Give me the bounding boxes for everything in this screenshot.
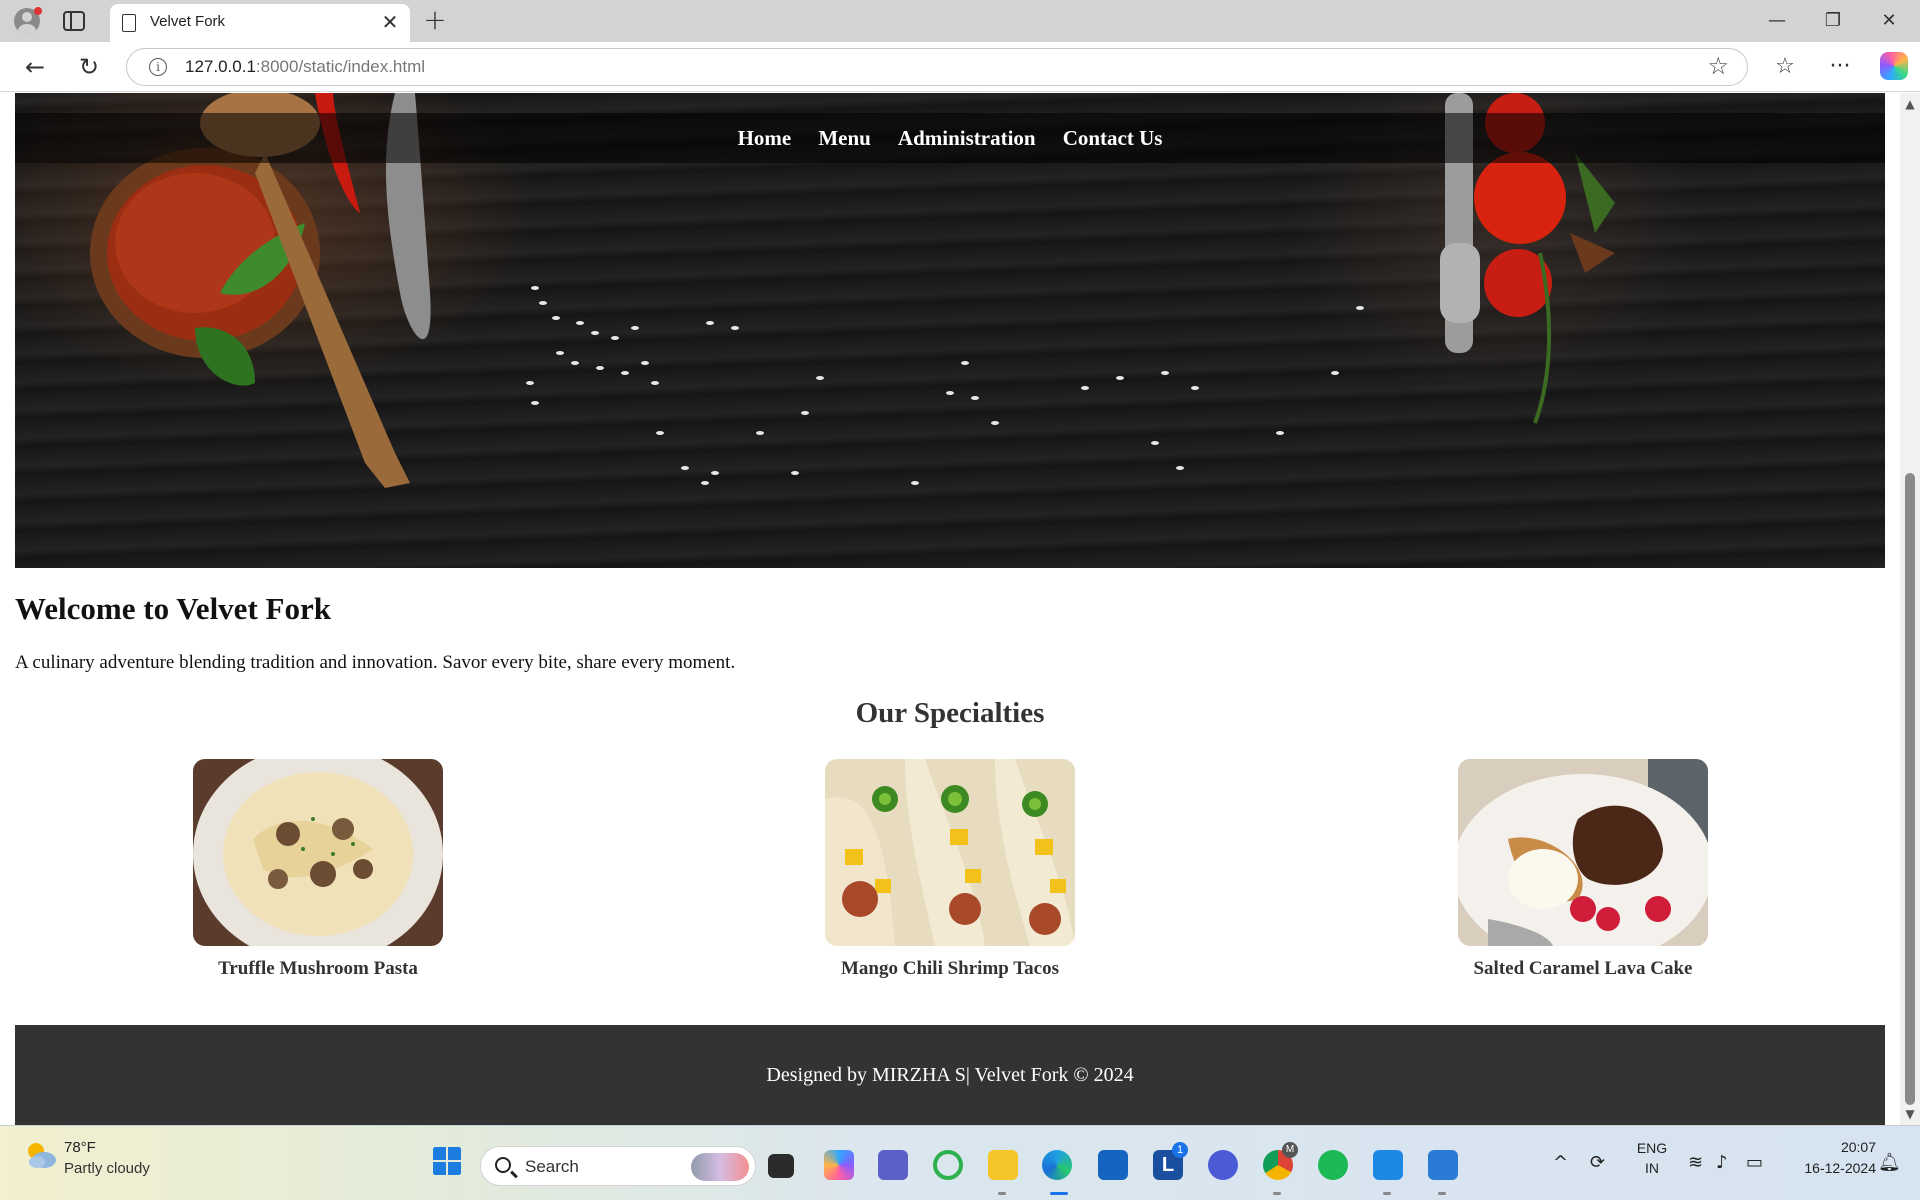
dish-name: Truffle Mushroom Pasta: [218, 958, 418, 979]
nav-contact-link[interactable]: Contact Us: [1063, 113, 1163, 163]
taskbar-search-box[interactable]: Search: [480, 1146, 756, 1186]
restore-icon[interactable]: ❐: [1818, 6, 1848, 36]
page-footer: Designed by MIRZHA S| Velvet Fork © 2024: [15, 1025, 1885, 1125]
photos-icon[interactable]: [1428, 1150, 1458, 1180]
tab-actions-icon[interactable]: [62, 10, 86, 32]
windows-taskbar: 78°F Partly cloudy Search L 1 M ^ ⟳ ENG …: [0, 1125, 1920, 1200]
wifi-icon[interactable]: ≋: [1688, 1152, 1703, 1173]
running-indicator: [998, 1192, 1006, 1195]
weather-description[interactable]: Partly cloudy: [64, 1160, 150, 1177]
search-icon: [495, 1157, 511, 1173]
copilot-icon[interactable]: [1880, 52, 1908, 80]
clock-date[interactable]: 16-12-2024: [1782, 1160, 1876, 1176]
lava-cake-image: [1458, 759, 1708, 946]
clock-time[interactable]: 20:07: [1786, 1139, 1876, 1155]
specialties-heading: Our Specialties: [855, 697, 1045, 729]
tacos-image: [825, 759, 1075, 946]
main-navigation: Home Menu Administration Contact Us: [15, 113, 1885, 163]
favorites-icon[interactable]: ☆: [1770, 52, 1800, 82]
weather-temperature[interactable]: 78°F: [64, 1139, 96, 1156]
new-tab-icon[interactable]: +: [420, 6, 450, 36]
active-tab[interactable]: Velvet Fork ✕: [110, 4, 410, 42]
nav-administration-link[interactable]: Administration: [898, 113, 1036, 163]
profile-notification-dot: [34, 7, 42, 15]
task-view-icon[interactable]: [768, 1154, 794, 1178]
star-icon[interactable]: ☆: [1707, 52, 1729, 80]
spotify-icon[interactable]: [1318, 1150, 1348, 1180]
dish-card: Mango Chili Shrimp Tacos: [740, 759, 1160, 980]
store-icon[interactable]: [1098, 1150, 1128, 1180]
running-indicator: [1273, 1192, 1281, 1195]
page-scrollbar[interactable]: ▲ ▼: [1900, 93, 1920, 1125]
copilot-taskbar-icon[interactable]: [824, 1150, 854, 1180]
nav-home-link[interactable]: Home: [738, 113, 792, 163]
page-viewport: Home Menu Administration Contact Us Welc…: [0, 93, 1900, 1125]
url-text[interactable]: 127.0.0.1:8000/static/index.html: [185, 57, 425, 77]
sync-icon[interactable]: ⟳: [1590, 1152, 1605, 1173]
edge-icon[interactable]: [1042, 1150, 1072, 1180]
minimize-icon[interactable]: —: [1762, 6, 1792, 36]
url-field[interactable]: i 127.0.0.1:8000/static/index.html ☆: [126, 48, 1748, 86]
address-bar: ← ↻ i 127.0.0.1:8000/static/index.html ☆…: [0, 42, 1920, 92]
vscode-icon[interactable]: [1373, 1150, 1403, 1180]
teams-icon[interactable]: [878, 1150, 908, 1180]
welcome-description: A culinary adventure blending tradition …: [15, 652, 736, 673]
page-icon: [122, 14, 136, 32]
dish-card: Truffle Mushroom Pasta: [108, 759, 528, 980]
scroll-thumb[interactable]: [1905, 473, 1915, 1105]
dish-name: Salted Caramel Lava Cake: [1473, 958, 1693, 979]
active-indicator: [1050, 1192, 1068, 1195]
windows-start-icon[interactable]: [432, 1146, 462, 1176]
scroll-up-icon[interactable]: ▲: [1904, 97, 1916, 111]
info-icon[interactable]: i: [149, 58, 167, 76]
partly-cloudy-icon[interactable]: [24, 1140, 58, 1170]
chevron-up-icon[interactable]: ^: [1553, 1152, 1568, 1173]
dish-card: Salted Caramel Lava Cake: [1373, 759, 1793, 980]
welcome-heading: Welcome to Velvet Fork: [15, 591, 331, 626]
hero-image: [90, 93, 1615, 488]
more-menu-icon[interactable]: ···: [1825, 52, 1855, 82]
footer-credit: Designed by MIRZHA S| Velvet Fork © 2024: [766, 1064, 1134, 1086]
battery-icon[interactable]: ▭: [1746, 1152, 1763, 1173]
profile-badge: M: [1282, 1142, 1298, 1158]
browser-tab-bar: Velvet Fork ✕ + — ❐ ✕: [0, 0, 1920, 42]
hero-banner: [15, 93, 1885, 568]
back-arrow-icon[interactable]: ←: [20, 52, 50, 82]
close-tab-icon[interactable]: ✕: [378, 10, 402, 34]
tab-title: Velvet Fork: [150, 13, 226, 30]
nav-menu-link[interactable]: Menu: [818, 113, 871, 163]
language-indicator[interactable]: ENG: [1632, 1140, 1672, 1156]
sync-app-icon[interactable]: [933, 1150, 963, 1180]
search-highlight-icon: [691, 1153, 749, 1181]
volume-icon[interactable]: ♪: [1716, 1152, 1728, 1173]
file-explorer-icon[interactable]: [988, 1150, 1018, 1180]
region-indicator[interactable]: IN: [1632, 1160, 1672, 1176]
pasta-image: [193, 759, 443, 946]
notification-bell-icon[interactable]: 🔔︎: [1878, 1152, 1901, 1173]
running-indicator: [1438, 1192, 1446, 1195]
running-indicator: [1383, 1192, 1391, 1195]
scroll-down-icon[interactable]: ▼: [1904, 1107, 1916, 1121]
search-label: Search: [525, 1157, 579, 1176]
close-window-icon[interactable]: ✕: [1874, 6, 1904, 36]
vpn-app-icon[interactable]: [1208, 1150, 1238, 1180]
reload-icon[interactable]: ↻: [74, 52, 104, 82]
notification-badge: 1: [1172, 1142, 1188, 1158]
dish-name: Mango Chili Shrimp Tacos: [840, 958, 1060, 979]
